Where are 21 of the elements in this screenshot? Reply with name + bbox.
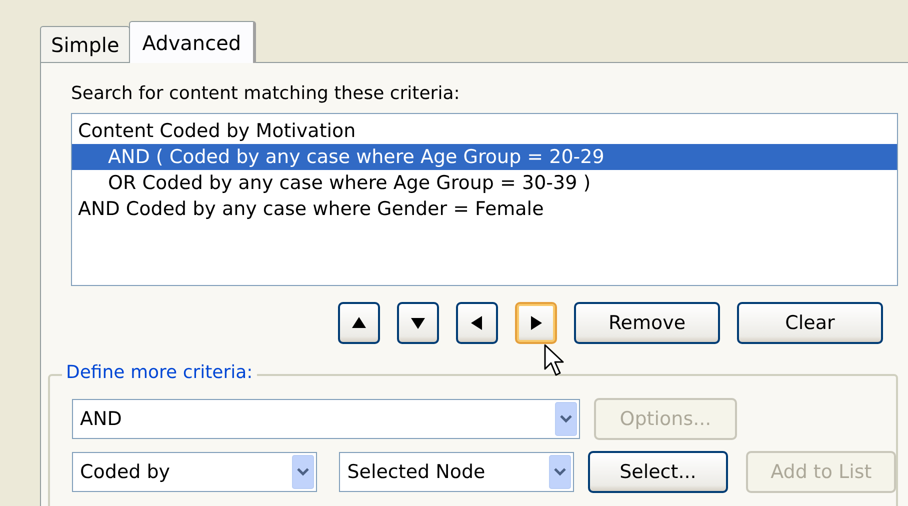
- triangle-up-icon: [351, 314, 367, 331]
- select-button[interactable]: Select...: [588, 450, 728, 493]
- move-button[interactable]: [456, 302, 498, 344]
- move-button[interactable]: [397, 302, 439, 344]
- criteria-item[interactable]: Content Coded by Motivation: [72, 118, 897, 144]
- mouse-pointer-icon: [544, 344, 566, 378]
- move-button[interactable]: [515, 302, 557, 344]
- triangle-left-icon: [469, 314, 485, 331]
- condition-dropdown[interactable]: Coded by: [72, 452, 318, 492]
- move-button[interactable]: [338, 302, 380, 344]
- criteria-item[interactable]: AND ( Coded by any case where Age Group = 20-29: [72, 144, 897, 170]
- triangle-right-icon: [528, 314, 544, 331]
- tab[interactable]: Simple: [40, 26, 130, 62]
- criteria-label: Search for content matching these criteria:: [71, 83, 461, 106]
- criteria-item[interactable]: AND Coded by any case where Gender = Female: [72, 196, 897, 222]
- list-button[interactable]: Clear: [737, 302, 883, 344]
- scope-dropdown[interactable]: Selected Node: [339, 452, 574, 492]
- list-button[interactable]: Remove: [574, 302, 720, 344]
- tab[interactable]: Advanced: [129, 21, 256, 63]
- operator-dropdown[interactable]: AND: [72, 398, 580, 439]
- criteria-item[interactable]: OR Coded by any case where Age Group = 30-39 ): [72, 170, 897, 196]
